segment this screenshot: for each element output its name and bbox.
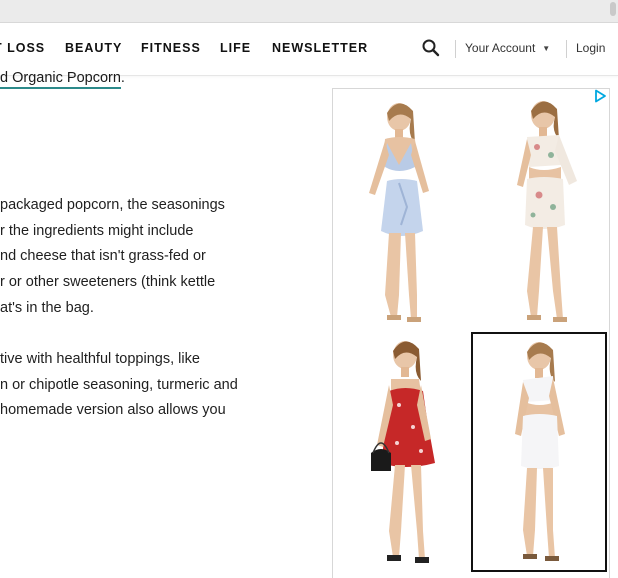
nav-item-beauty[interactable]: BEAUTY bbox=[65, 41, 122, 55]
paragraph-line: r the ingredients might include bbox=[0, 222, 194, 239]
organic-popcorn-link[interactable]: d Organic Popcorn bbox=[0, 70, 121, 89]
browser-top-strip bbox=[0, 0, 618, 23]
paragraph-line: n or chipotle seasoning, turmeric and bbox=[0, 376, 238, 393]
nav-item-life[interactable]: LIFE bbox=[220, 41, 251, 55]
model-photo bbox=[371, 341, 435, 563]
header-divider bbox=[455, 40, 456, 58]
article-paragraph: packaged popcorn, the seasonings r the i… bbox=[0, 193, 225, 322]
paragraph-line: nd cheese that isn't grass-fed or bbox=[0, 248, 206, 265]
top-link-line: d Organic Popcorn. bbox=[0, 70, 125, 89]
ad-product-blue-wrap-set[interactable] bbox=[341, 95, 466, 331]
paragraph-line: at's in the bag. bbox=[0, 299, 94, 316]
ad-product-red-dress[interactable] bbox=[341, 335, 466, 569]
search-button[interactable] bbox=[421, 37, 441, 59]
model-photo bbox=[369, 103, 429, 322]
paragraph-line: homemade version also allows you bbox=[0, 402, 226, 419]
display-ad[interactable] bbox=[332, 88, 610, 578]
nav-item-fitness[interactable]: FITNESS bbox=[141, 41, 201, 55]
login-link[interactable]: Login bbox=[576, 41, 605, 55]
paragraph-line: tive with healthful toppings, like bbox=[0, 351, 200, 367]
paragraph-line: r or other sweeteners (think kettle bbox=[0, 274, 216, 291]
article-paragraph: tive with healthful toppings, like n or … bbox=[0, 347, 238, 424]
article-body: d Organic Popcorn. packaged popcorn, the… bbox=[0, 70, 310, 576]
header-divider bbox=[566, 40, 567, 58]
account-dropdown[interactable]: Your Account ▼ bbox=[465, 41, 550, 55]
model-photo bbox=[517, 101, 577, 322]
account-label: Your Account bbox=[465, 41, 536, 55]
nav-item-newsletter[interactable]: NEWSLETTER bbox=[272, 41, 368, 55]
model-photo bbox=[515, 342, 565, 561]
nav-item-weight-loss[interactable]: T LOSS bbox=[0, 41, 45, 55]
scrollbar-thumb[interactable] bbox=[610, 2, 616, 16]
ad-product-white-set[interactable] bbox=[471, 332, 607, 572]
paragraph-line: packaged popcorn, the seasonings bbox=[0, 197, 225, 213]
caret-down-icon: ▼ bbox=[542, 44, 551, 54]
site-header: T LOSS BEAUTY FITNESS LIFE NEWSLETTER Yo… bbox=[0, 23, 618, 76]
search-icon bbox=[422, 39, 440, 57]
ad-product-floral-set[interactable] bbox=[481, 95, 606, 331]
link-suffix: . bbox=[120, 70, 125, 86]
